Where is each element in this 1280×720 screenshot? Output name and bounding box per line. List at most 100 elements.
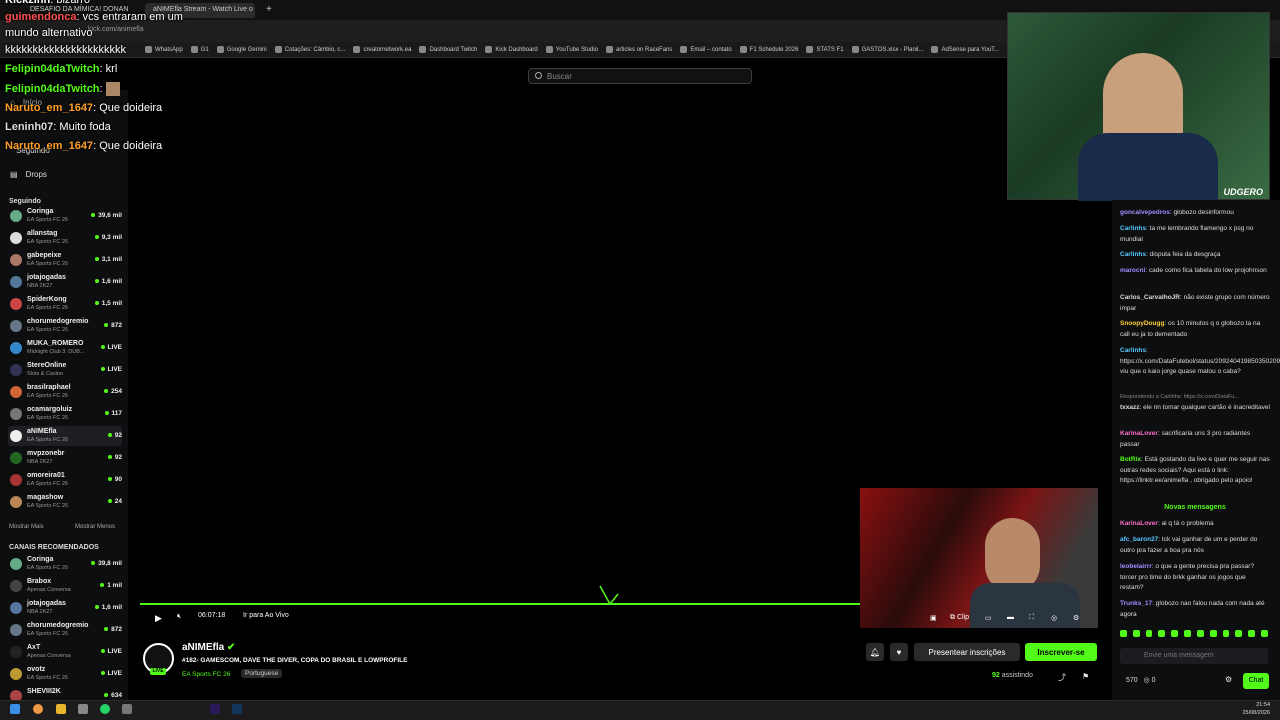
chat-send-button[interactable]: Chat [1243, 673, 1269, 689]
theater-icon[interactable]: ▭ [985, 614, 992, 622]
miniplayer-icon[interactable]: ▬ [1007, 614, 1014, 621]
clip-button[interactable]: ⧉ Clip [950, 614, 969, 622]
emote-icon[interactable] [1184, 630, 1191, 637]
sidebar-channel[interactable]: mvpzonebr NBA 2K27 92 [8, 448, 122, 468]
sidebar-channel[interactable]: ovotz EA Sports FC 26 LIVE [8, 664, 122, 684]
sidebar-channel[interactable]: SpiderKong EA Sports FC 26 1,5 mil [8, 294, 122, 314]
chat-username[interactable]: Carlinhs [1120, 347, 1146, 354]
emote-icon[interactable] [1171, 630, 1179, 637]
notification-bell-icon[interactable]: 🔔︎ [866, 643, 884, 661]
sidebar-channel[interactable]: jotajogadas NBA 2K27 1,6 mil [8, 272, 122, 292]
pip-icon[interactable]: ▣ [930, 614, 937, 622]
bookmark-item[interactable]: STATS F1 [806, 46, 844, 53]
windows-start-icon[interactable] [10, 704, 20, 714]
nav-drops[interactable]: ▤ Drops [10, 170, 47, 179]
stream-category[interactable]: EA Sports FC 26 [182, 671, 230, 678]
new-tab-icon[interactable]: + [258, 1, 280, 16]
bookmark-item[interactable]: YouTube Studio [545, 46, 598, 53]
chat-username[interactable]: afc_baron27 [1120, 536, 1158, 543]
app-icon[interactable] [78, 704, 88, 714]
progress-bar[interactable] [140, 603, 860, 605]
emote-icon[interactable] [1222, 630, 1230, 637]
sidebar-channel[interactable]: StereOnline Slots & Casino LIVE [8, 360, 122, 380]
chat-username[interactable]: KarinaLover [1120, 520, 1158, 527]
emote-icon[interactable] [1120, 630, 1127, 637]
sidebar-channel[interactable]: jotajogadas NBA 2K27 1,6 mil [8, 598, 122, 618]
channel-points[interactable]: 570 ◎ 0 [1126, 676, 1155, 684]
sidebar-channel[interactable]: Brabox Apenas Conversa 1 mil [8, 576, 122, 596]
quality-icon[interactable]: ◎ [1051, 614, 1057, 622]
settings-gear-icon[interactable]: ⚙ [1073, 614, 1079, 622]
sidebar-channel[interactable]: chorumedogremio EA Sports FC 26 872 [8, 620, 122, 640]
sidebar-channel[interactable]: omoreira01 EA Sports FC 26 90 [8, 470, 122, 490]
app-icon-2[interactable] [122, 704, 132, 714]
sidebar-channel[interactable]: AxT Apenas Conversa LIVE [8, 642, 122, 662]
sidebar-channel[interactable]: magashow EA Sports FC 26 24 [8, 492, 122, 512]
share-icon[interactable]: ⤴ [1058, 672, 1066, 683]
gift-subs-button[interactable]: Presentear inscrições [914, 643, 1020, 661]
fullscreen-icon[interactable]: ⛶ [1029, 614, 1034, 622]
volume-muted-icon[interactable]: 🔇︎ [177, 613, 181, 621]
chat-username[interactable]: txxazz [1120, 404, 1140, 411]
bookmark-item[interactable]: F1 Schedule 2026 [739, 46, 798, 53]
go-live-button[interactable]: Ir para Ao Vivo [243, 612, 289, 619]
url-field[interactable]: kick.com/animefla [88, 26, 144, 33]
bookmark-item[interactable]: Google Gemini [216, 46, 267, 53]
report-icon[interactable]: ⚑ [1082, 672, 1089, 681]
chat-username[interactable]: Trunks_17 [1120, 600, 1152, 607]
emote-icon[interactable] [1248, 630, 1256, 637]
chat-username[interactable]: SnoopyDougg [1120, 320, 1164, 327]
chrome-icon[interactable] [33, 704, 43, 714]
chat-username[interactable]: leobelairrr [1120, 563, 1152, 570]
emote-bar[interactable] [1120, 630, 1268, 642]
sidebar-channel[interactable]: aNIMEfla EA Sports FC 26 92 [8, 426, 122, 446]
sidebar-channel[interactable]: MUKA_ROMERO Midnight Club 3: DUB... LIVE [8, 338, 122, 358]
sidebar-channel[interactable]: Coringa EA Sports FC 26 39,8 mil [8, 554, 122, 574]
chat-username[interactable]: Carlinhs [1120, 251, 1146, 258]
emote-icon[interactable] [1196, 630, 1204, 637]
language-tag[interactable]: Portuguese [241, 669, 283, 678]
sidebar-channel[interactable]: ocamargoluiz EA Sports FC 26 117 [8, 404, 122, 424]
bookmark-item[interactable]: WhatsApp [145, 46, 183, 53]
bookmark-item[interactable]: Kick Dashboard [485, 46, 538, 53]
premiere-icon[interactable] [210, 704, 220, 714]
whatsapp-icon[interactable] [100, 704, 110, 714]
subscribe-button[interactable]: Inscrever-se [1025, 643, 1097, 661]
bookmark-item[interactable]: GASTOS.xlsx - Planil... [851, 46, 923, 53]
bookmark-item[interactable]: AdSense para YouT... [931, 46, 999, 53]
chat-username[interactable]: KarinaLover [1120, 430, 1158, 437]
show-less-link[interactable]: Mostrar Menos [75, 524, 115, 530]
chat-username[interactable]: goncalvepedros [1120, 209, 1170, 216]
emote-icon[interactable] [1235, 630, 1243, 637]
chat-username[interactable]: Carlinhs [1120, 225, 1146, 232]
chat-username[interactable]: Carlos_CarvalhoJR [1120, 294, 1180, 301]
emote-icon[interactable] [1145, 630, 1153, 637]
chat-username[interactable]: BotRix [1120, 456, 1141, 463]
chat-text: cade como fica tabela do low projohnson [1148, 267, 1267, 274]
sidebar-channel[interactable]: chorumedogremio EA Sports FC 26 872 [8, 316, 122, 336]
explorer-icon[interactable] [56, 704, 66, 714]
channel-name[interactable]: aNIMEfla ✔ [182, 642, 235, 653]
bookmark-item[interactable]: Dashboard Twitch [419, 46, 477, 53]
bookmark-item[interactable]: creatornetwork.ea [353, 46, 411, 53]
show-more-link[interactable]: Mostrar Mais [9, 524, 44, 530]
sidebar-channel[interactable]: Coringa EA Sports FC 26 39,6 mil [8, 206, 122, 226]
bookmark-item[interactable]: G1 [190, 46, 209, 53]
bookmark-item[interactable]: Cotações: Câmbio, c... [274, 46, 345, 53]
play-icon[interactable]: ▶ [155, 613, 162, 624]
bookmark-item[interactable]: Email – contato [680, 46, 732, 53]
emote-icon[interactable] [1261, 630, 1268, 637]
chat-username[interactable]: marocni [1120, 267, 1145, 274]
bookmark-item[interactable]: articles on RaceFans [606, 46, 672, 53]
follow-heart-icon[interactable]: ♥ [890, 643, 908, 661]
chat-input[interactable]: Envie uma mensagem [1120, 648, 1268, 664]
emote-icon[interactable] [1132, 630, 1140, 637]
sidebar-channel[interactable]: allanstag EA Sports FC 26 9,3 mil [8, 228, 122, 248]
sidebar-channel[interactable]: brasilraphael EA Sports FC 26 254 [8, 382, 122, 402]
photoshop-icon[interactable] [232, 704, 242, 714]
emote-icon[interactable] [1209, 630, 1217, 637]
sidebar-channel[interactable]: gabepeixe EA Sports FC 26 3,1 mil [8, 250, 122, 270]
emote-icon[interactable] [1158, 630, 1166, 637]
search-input[interactable]: Buscar [528, 68, 752, 84]
chat-settings-icon[interactable]: ⚙ [1225, 675, 1232, 684]
